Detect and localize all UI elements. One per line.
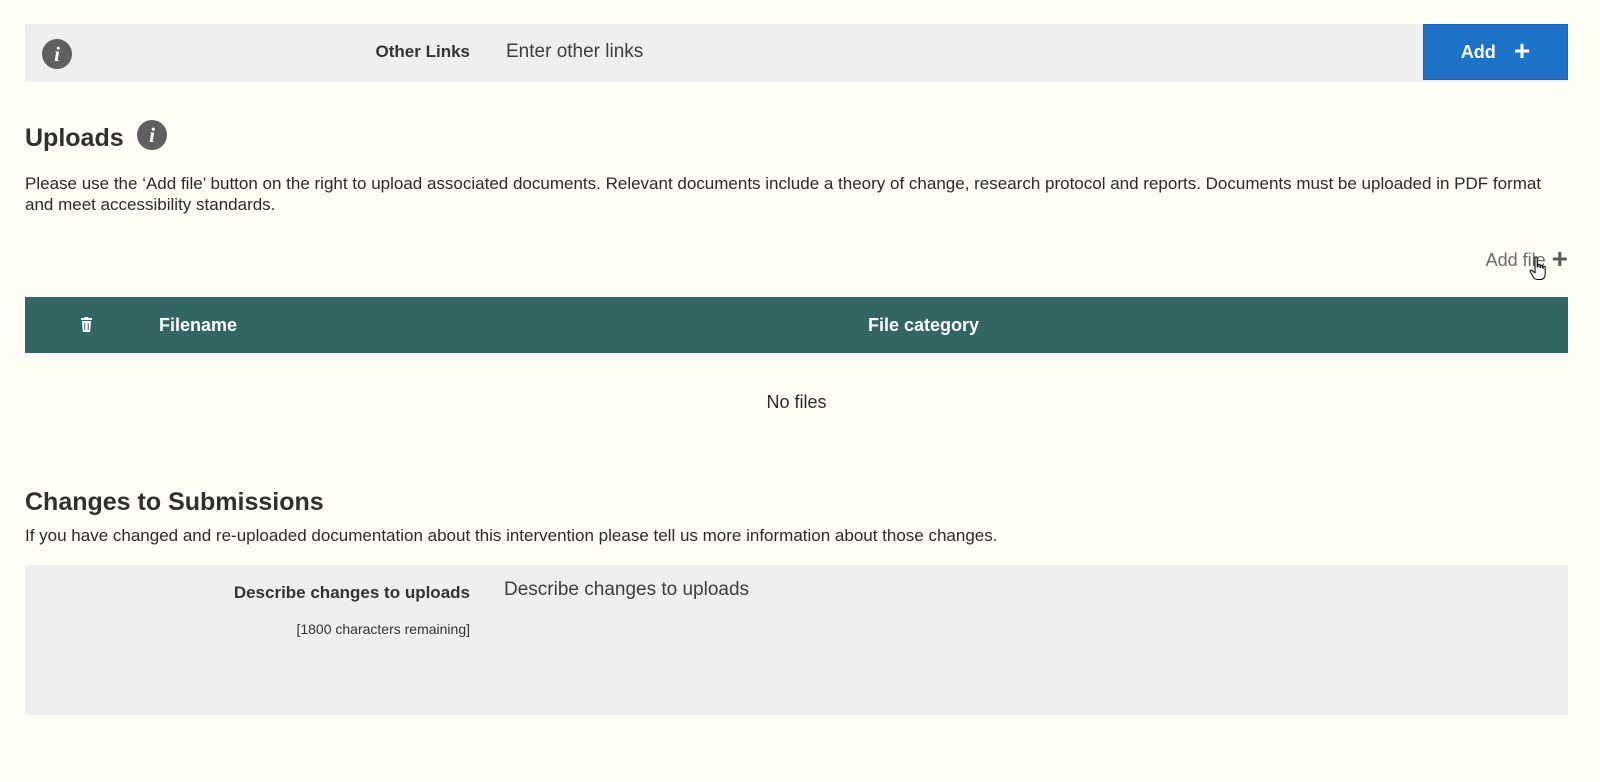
- other-links-input[interactable]: [502, 30, 1380, 74]
- plus-icon: +: [1551, 243, 1568, 274]
- other-links-label: Other Links: [375, 42, 470, 61]
- changes-field-label: Describe changes to uploads: [233, 583, 470, 602]
- empty-table-message: No files: [766, 392, 827, 412]
- add-button-label: Add: [1460, 41, 1496, 62]
- files-table-header: Filename File category: [25, 297, 1568, 353]
- changes-description: If you have changed and re-uploaded docu…: [25, 526, 998, 545]
- add-link-button[interactable]: Add +: [1423, 24, 1568, 80]
- character-counter: [1800 characters remaining]: [296, 621, 470, 637]
- trash-icon[interactable]: [80, 317, 93, 332]
- other-links-row: i Other Links Add +: [25, 24, 1568, 82]
- column-header-file-category: File category: [868, 315, 980, 335]
- uploads-description: Please use the ‘Add file’ button on the …: [25, 174, 1542, 214]
- hand-pointer-icon: [1529, 256, 1546, 281]
- info-icon[interactable]: i: [137, 120, 167, 150]
- uploads-heading: Uploads: [25, 124, 124, 152]
- add-file-button[interactable]: Add file +: [1486, 243, 1568, 274]
- changes-textarea[interactable]: [500, 571, 1540, 701]
- plus-icon: +: [1513, 34, 1531, 66]
- changes-field-row: Describe changes to uploads [1800 charac…: [25, 565, 1568, 715]
- files-table: Filename File category No files: [25, 297, 1568, 413]
- column-header-filename: Filename: [159, 315, 238, 335]
- changes-heading: Changes to Submissions: [25, 488, 324, 516]
